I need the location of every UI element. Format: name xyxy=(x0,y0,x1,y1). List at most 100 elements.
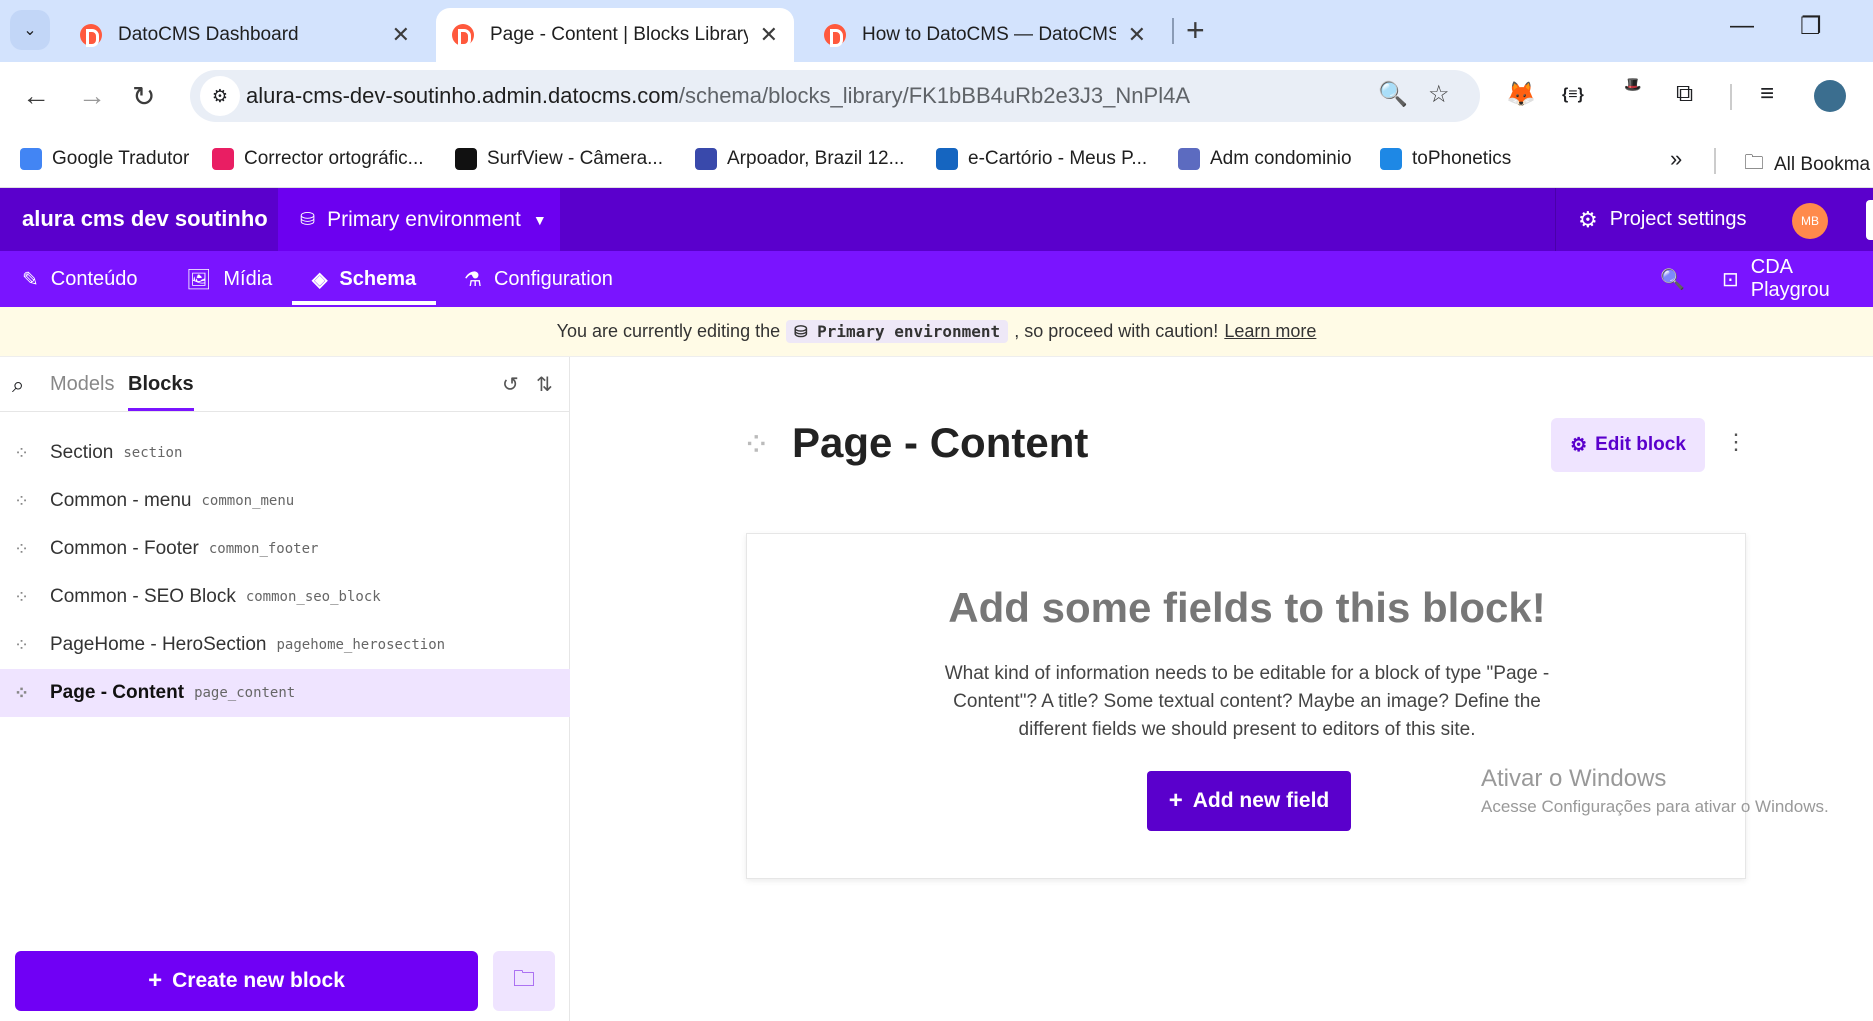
close-icon[interactable]: ✕ xyxy=(1128,22,1146,48)
bookmark-label: SurfView - Câmera... xyxy=(487,148,663,169)
new-tab-icon[interactable]: + xyxy=(1186,12,1205,49)
image-icon: 🖼 xyxy=(186,268,212,291)
avatar[interactable]: MB xyxy=(1792,203,1828,239)
star-icon[interactable]: ☆ xyxy=(1428,80,1450,109)
block-api-key: section xyxy=(123,445,183,461)
close-icon[interactable]: ✕ xyxy=(392,22,410,48)
bookmark-item[interactable]: Corrector ortográfic... xyxy=(212,148,424,170)
nav-schema[interactable]: ◈ Schema xyxy=(291,251,437,307)
browser-tab[interactable]: How to DatoCMS — DatoCMS ✕ xyxy=(808,8,1162,62)
extensions-puzzle-icon[interactable]: ⧉ xyxy=(1676,80,1693,108)
search-icon[interactable]: 🔍 xyxy=(1660,251,1685,307)
block-icon: ⁘ xyxy=(742,426,771,464)
bookmark-item[interactable]: Adm condominio xyxy=(1178,148,1352,170)
sidebar-tabs: ⌕ Models Blocks ↺ ⇅ xyxy=(0,357,570,412)
site-info-icon[interactable]: ⚙ xyxy=(200,76,240,116)
bookmark-label: Corrector ortográfic... xyxy=(244,148,424,169)
block-list-item[interactable]: ⁘ Page - Content page_content xyxy=(0,669,570,717)
browser-tab[interactable]: DatoCMS Dashboard ✕ xyxy=(64,8,426,62)
environment-tag-label: Primary environment xyxy=(817,322,1001,341)
block-name: Page - Content xyxy=(50,682,185,703)
more-bookmarks-icon[interactable]: » xyxy=(1670,146,1682,172)
layers-icon: ◈ xyxy=(312,268,328,291)
bookmark-item[interactable]: Arpoador, Brazil 12... xyxy=(695,148,904,170)
block-api-key: common_menu xyxy=(201,493,295,509)
metamask-icon[interactable]: 🦊 xyxy=(1506,80,1536,109)
forward-icon[interactable]: → xyxy=(78,80,106,112)
reload-icon[interactable]: ↻ xyxy=(132,80,155,113)
bookmark-item[interactable]: e-Cartório - Meus P... xyxy=(936,148,1147,170)
address-bar[interactable]: ⚙ alura-cms-dev-soutinho.admin.datocms.c… xyxy=(190,70,1480,122)
bookmark-favicon-icon xyxy=(936,148,958,170)
environment-tag: ⛁ Primary environment xyxy=(786,320,1009,343)
block-list-item[interactable]: ⁘ Common - SEO Block common_seo_block xyxy=(0,573,570,621)
windows-watermark-subtitle: Acesse Configurações para ativar o Windo… xyxy=(1481,797,1829,816)
folder-plus-icon: 🗀 xyxy=(512,966,535,991)
extension-off-icon[interactable]: 🎩 xyxy=(1624,76,1641,93)
browser-tab-active[interactable]: Page - Content | Blocks Library | ✕ xyxy=(436,8,794,62)
block-name: Common - SEO Block xyxy=(50,586,236,607)
tab-search-button[interactable]: ⌄ xyxy=(10,10,50,50)
empty-state-text: What kind of information needs to be edi… xyxy=(944,663,1550,740)
learn-more-link[interactable]: Learn more xyxy=(1224,321,1316,342)
nav-conteudo[interactable]: ✎ Conteúdo xyxy=(22,251,138,307)
banner-text: You are currently editing the xyxy=(556,321,781,341)
block-icon: ⁘ xyxy=(14,538,30,559)
add-new-field-button[interactable]: + Add new field xyxy=(1147,771,1351,831)
block-list-item[interactable]: ⁘ Common - menu common_menu xyxy=(0,477,570,525)
close-icon[interactable]: ✕ xyxy=(760,22,778,48)
create-new-block-label: Create new block xyxy=(172,969,345,992)
bookmark-item[interactable]: toPhonetics xyxy=(1380,148,1511,170)
bookmark-favicon-icon xyxy=(20,148,42,170)
main-content: ⁘ Page - Content ⚙ Edit block ⋮ Add some… xyxy=(571,357,1873,1021)
nav-midia[interactable]: 🖼 Mídia xyxy=(186,251,272,307)
block-list-item[interactable]: ⁘ Section section xyxy=(0,429,570,477)
datocms-favicon-icon xyxy=(80,24,102,47)
blocks-sidebar: ⌕ Models Blocks ↺ ⇅ ⁘ Section section ⁘ Comm… xyxy=(0,357,570,1021)
project-settings-button[interactable]: ⚙ Project settings xyxy=(1555,188,1787,251)
block-icon: ⁘ xyxy=(14,442,30,463)
datocms-favicon-icon xyxy=(452,24,474,47)
url-path: /schema/blocks_library/FK1bBB4uRb2e3J3_N… xyxy=(678,83,1190,108)
block-api-key: common_seo_block xyxy=(245,589,381,605)
block-api-key: page_content xyxy=(194,685,296,701)
sort-icon[interactable]: ⇅ xyxy=(536,372,553,397)
bookmark-favicon-icon xyxy=(1380,148,1402,170)
media-control-icon[interactable]: ≡ xyxy=(1760,80,1774,108)
bookmark-item[interactable]: SurfView - Câmera... xyxy=(455,148,663,170)
block-name: PageHome - HeroSection xyxy=(50,634,267,655)
block-list-item[interactable]: ⁘ PageHome - HeroSection pagehome_herosect… xyxy=(0,621,570,669)
back-icon[interactable]: ← xyxy=(22,80,50,112)
zoom-icon[interactable]: 🔍 xyxy=(1378,80,1408,109)
new-folder-button[interactable]: 🗀 xyxy=(493,951,555,1011)
caret-down-icon: ▼ xyxy=(532,211,547,228)
more-options-icon[interactable]: ⋮ xyxy=(1725,429,1747,455)
tab-title: How to DatoCMS — DatoCMS xyxy=(862,24,1116,45)
history-icon[interactable]: ↺ xyxy=(502,372,519,397)
tab-divider xyxy=(1172,18,1174,44)
cda-playground-link[interactable]: ⊡ CDA Playgrou xyxy=(1722,251,1873,307)
tab-blocks[interactable]: Blocks xyxy=(128,373,194,411)
tab-models[interactable]: Models xyxy=(50,373,114,396)
block-list-item[interactable]: ⁘ Common - Footer common_footer xyxy=(0,525,570,573)
header-chip[interactable] xyxy=(1866,200,1873,240)
chevron-down-icon: ⌄ xyxy=(23,22,37,39)
url-host: alura-cms-dev-soutinho.admin.datocms.com xyxy=(246,83,679,108)
environment-selector[interactable]: ⛁ Primary environment ▼ xyxy=(278,188,560,251)
bookmark-item[interactable]: Google Tradutor xyxy=(20,148,189,170)
block-name: Common - Footer xyxy=(50,538,199,559)
url-text[interactable]: alura-cms-dev-soutinho.admin.datocms.com… xyxy=(246,83,1190,109)
all-bookmarks[interactable]: 🗀 All Bookma xyxy=(1744,148,1870,182)
project-name[interactable]: alura cms dev soutinho xyxy=(22,206,268,232)
nav-configuration[interactable]: ⚗ Configuration xyxy=(464,251,613,307)
profile-avatar-icon[interactable] xyxy=(1814,80,1846,112)
bookmark-label: Google Tradutor xyxy=(52,148,190,169)
bookmark-favicon-icon xyxy=(455,148,477,170)
edit-block-button[interactable]: ⚙ Edit block xyxy=(1551,418,1705,472)
restore-icon[interactable]: ❐ xyxy=(1800,12,1822,41)
create-new-block-button[interactable]: + Create new block xyxy=(15,951,478,1011)
minimize-icon[interactable]: — xyxy=(1730,12,1754,40)
all-bookmarks-label: All Bookma xyxy=(1774,154,1871,175)
json-extension-icon[interactable]: {≡} xyxy=(1562,86,1584,104)
search-icon[interactable]: ⌕ xyxy=(12,372,24,398)
